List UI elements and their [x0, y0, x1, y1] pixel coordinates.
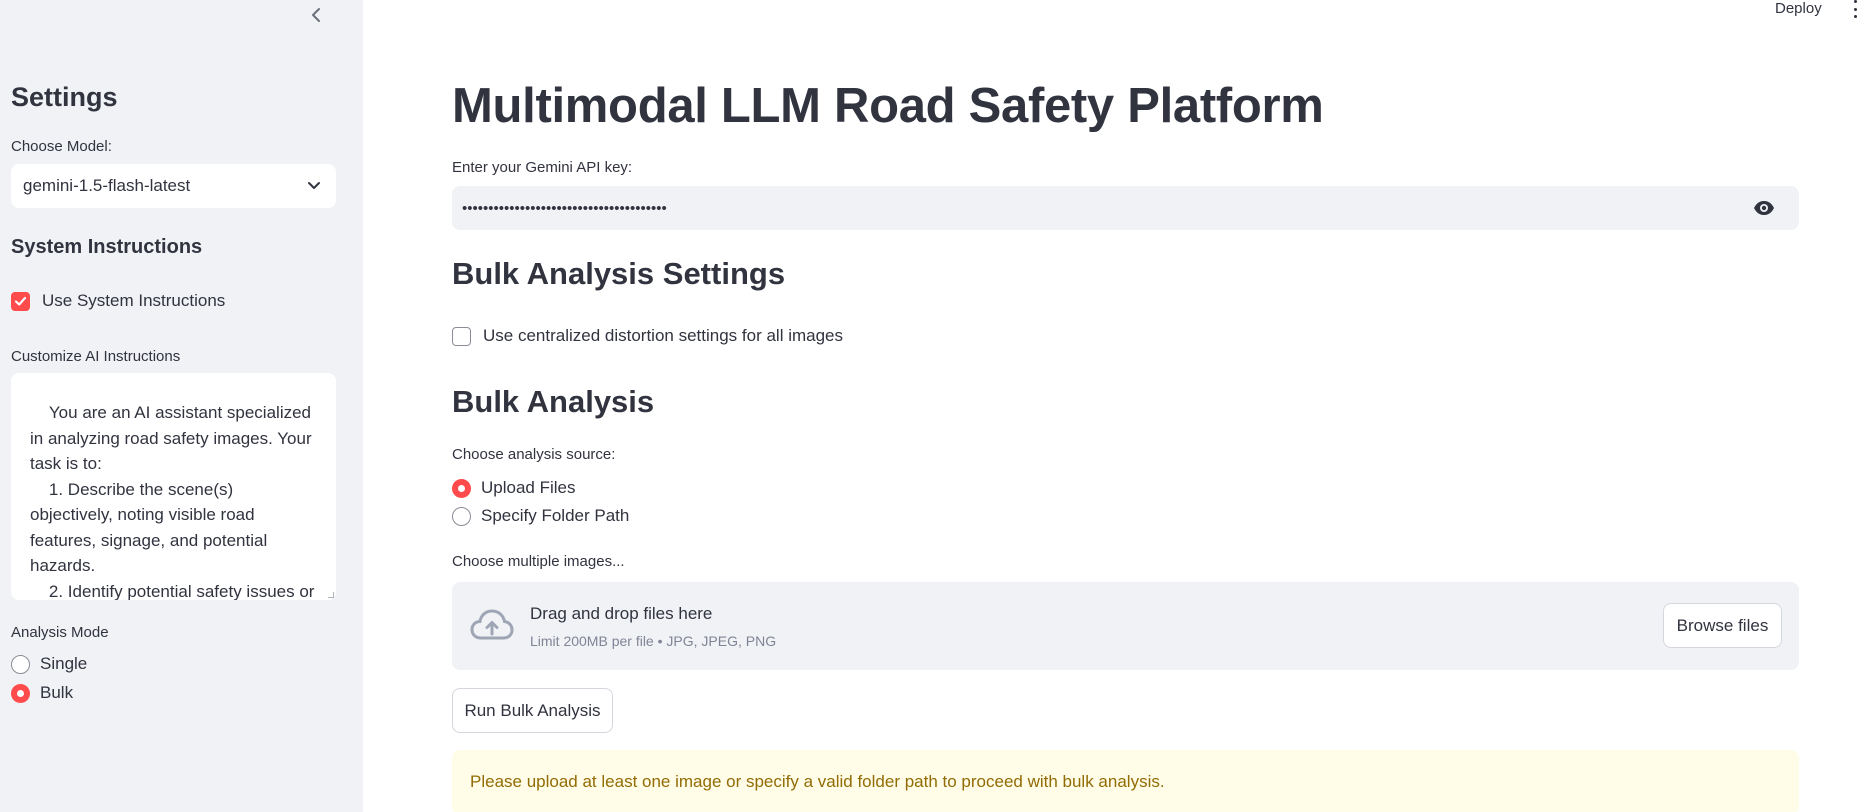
radio-selected-icon — [452, 478, 471, 498]
app: Settings Choose Model: gemini-1.5-flash-… — [0, 0, 1865, 812]
api-key-input[interactable]: ••••••••••••••••••••••••••••••••••••••• — [452, 186, 1799, 230]
file-dropzone[interactable]: Drag and drop files here Limit 200MB per… — [452, 582, 1799, 670]
collapse-sidebar-button[interactable] — [303, 2, 329, 28]
customize-instructions-label: Customize AI Instructions — [11, 348, 181, 365]
source-upload-files-radio[interactable]: Upload Files — [452, 478, 576, 498]
sidebar: Settings Choose Model: gemini-1.5-flash-… — [0, 0, 363, 812]
system-instructions-heading: System Instructions — [11, 236, 203, 258]
analysis-mode-bulk-radio[interactable]: Bulk — [11, 683, 73, 703]
model-select[interactable]: gemini-1.5-flash-latest — [11, 164, 336, 208]
use-system-instructions-checkbox[interactable]: Use System Instructions — [11, 291, 225, 311]
deploy-button[interactable]: Deploy — [1775, 0, 1822, 17]
uploader-label: Choose multiple images... — [452, 553, 625, 570]
centralized-distortion-label: Use centralized distortion settings for … — [483, 326, 843, 345]
cloud-upload-icon — [470, 609, 514, 640]
kebab-menu-icon[interactable] — [1850, 0, 1860, 18]
radio-unselected-icon — [452, 506, 471, 526]
analysis-mode-bulk-label: Bulk — [40, 683, 74, 702]
dropzone-limit-text: Limit 200MB per file • JPG, JPEG, PNG — [530, 633, 777, 649]
bulk-analysis-heading: Bulk Analysis — [452, 384, 655, 419]
resize-handle-icon[interactable] — [328, 592, 334, 598]
checkbox-unchecked-icon — [452, 326, 471, 346]
analysis-source-label: Choose analysis source: — [452, 446, 616, 463]
checkbox-checked-icon — [11, 291, 30, 311]
api-key-label: Enter your Gemini API key: — [452, 159, 633, 176]
warning-alert: Please upload at least one image or spec… — [452, 750, 1799, 812]
source-upload-files-label: Upload Files — [481, 478, 576, 497]
source-folder-path-radio[interactable]: Specify Folder Path — [452, 506, 629, 526]
dropzone-title: Drag and drop files here — [530, 604, 713, 623]
warning-alert-text: Please upload at least one image or spec… — [470, 772, 1165, 791]
browse-files-button[interactable]: Browse files — [1663, 603, 1782, 648]
source-folder-path-label: Specify Folder Path — [481, 506, 630, 525]
page-title: Multimodal LLM Road Safety Platform — [452, 79, 1324, 133]
model-select-value: gemini-1.5-flash-latest — [23, 176, 191, 195]
run-bulk-analysis-button[interactable]: Run Bulk Analysis — [452, 688, 613, 733]
instructions-textarea[interactable]: You are an AI assistant specialized in a… — [11, 373, 336, 600]
api-key-value: ••••••••••••••••••••••••••••••••••••••• — [462, 199, 667, 217]
chevron-left-icon — [312, 8, 320, 22]
centralized-distortion-checkbox[interactable]: Use centralized distortion settings for … — [452, 326, 843, 346]
use-system-instructions-label: Use System Instructions — [42, 291, 226, 310]
show-password-eye-icon[interactable] — [1753, 199, 1775, 217]
analysis-mode-single-label: Single — [40, 654, 88, 673]
model-label: Choose Model: — [11, 138, 112, 155]
radio-selected-icon — [11, 683, 30, 703]
chevron-down-icon — [308, 182, 320, 189]
analysis-mode-label: Analysis Mode — [11, 624, 109, 641]
radio-unselected-icon — [11, 654, 30, 674]
bulk-settings-heading: Bulk Analysis Settings — [452, 256, 786, 291]
analysis-mode-single-radio[interactable]: Single — [11, 654, 87, 674]
sidebar-title: Settings — [11, 82, 118, 112]
